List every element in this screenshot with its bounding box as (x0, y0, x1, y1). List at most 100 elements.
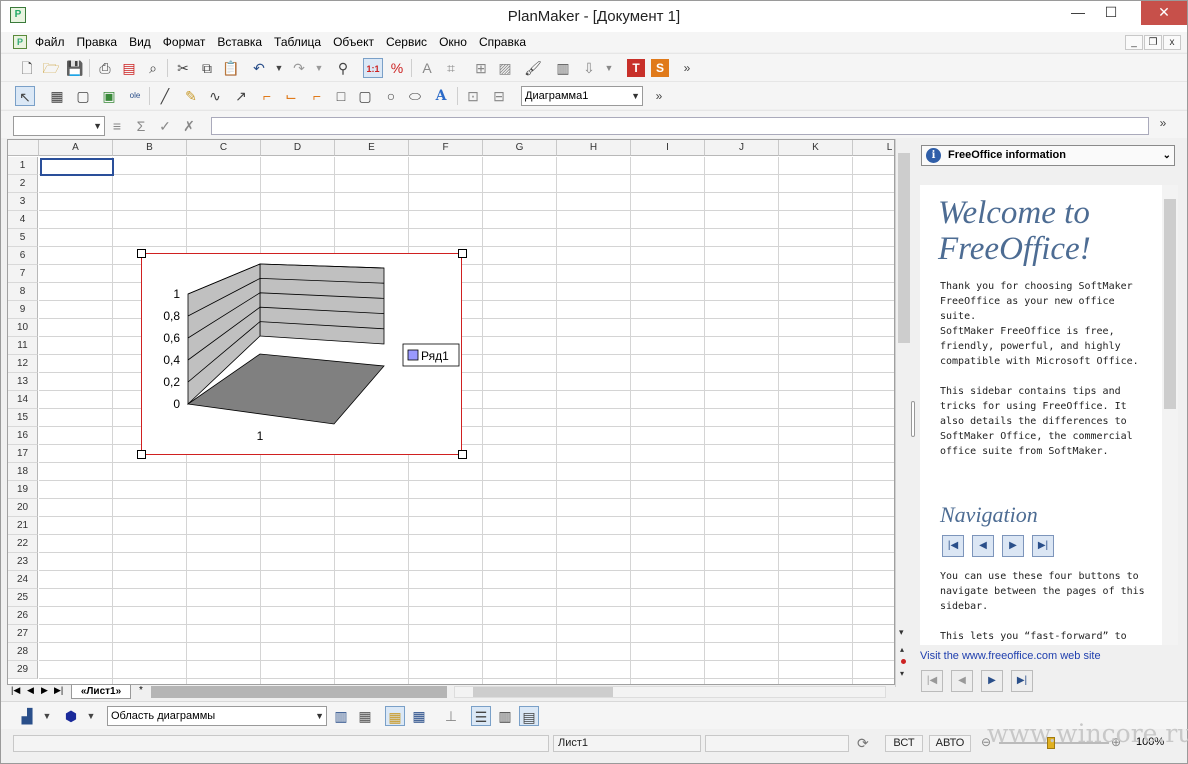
row-header[interactable]: 13 (8, 373, 38, 391)
group-icon[interactable]: ⊡ (463, 86, 483, 106)
row-header[interactable]: 26 (8, 607, 38, 625)
chart-color-dropdown-icon[interactable]: ▼ (81, 706, 101, 726)
column-header[interactable]: E (335, 140, 409, 156)
column-header[interactable]: G (483, 140, 557, 156)
row-header[interactable]: 5 (8, 229, 38, 247)
insert-table-icon[interactable]: ▦ (47, 86, 67, 106)
insert-ole-icon[interactable]: ole (125, 86, 145, 106)
new-document-icon[interactable]: 🗋 (17, 58, 37, 78)
sum-icon[interactable]: Σ (131, 116, 151, 136)
cut-icon[interactable]: ✂ (173, 58, 193, 78)
row-header[interactable]: 10 (8, 319, 38, 337)
curve-icon[interactable]: ∿ (205, 86, 225, 106)
open-folder-icon[interactable]: 🗁 (41, 58, 61, 78)
ellipse-icon[interactable]: ○ (381, 86, 401, 106)
row-header[interactable]: 11 (8, 337, 38, 355)
next-sheet-icon[interactable]: ▶ (41, 685, 48, 696)
redo-icon[interactable]: ↷ (289, 58, 309, 78)
h-scroll-thumb[interactable] (473, 687, 613, 697)
select-all-corner[interactable] (8, 140, 39, 156)
footer-last-page-icon[interactable]: ▶| (1011, 670, 1033, 692)
column-header[interactable]: B (113, 140, 187, 156)
first-page-icon[interactable]: |◀ (942, 535, 964, 557)
undo-icon[interactable]: ↶ (249, 58, 269, 78)
row-header[interactable]: 8 (8, 283, 38, 301)
connector3-icon[interactable]: ⌐ (307, 86, 327, 106)
row-header[interactable]: 1 (8, 157, 38, 175)
textframe-icon[interactable]: A (417, 58, 437, 78)
close-button[interactable]: ✕ (1141, 1, 1187, 25)
doc-restore-button[interactable]: ❐ (1144, 35, 1162, 50)
column-header[interactable]: H (557, 140, 631, 156)
zoom-100-icon[interactable]: 1:1 (363, 58, 383, 78)
legend-toggle-icon[interactable]: ☰ (471, 706, 491, 726)
insert-mode-indicator[interactable]: ВСТ (885, 735, 923, 752)
row-header[interactable]: 29 (8, 661, 38, 679)
prev-sheet-icon[interactable]: ◀ (27, 685, 34, 696)
sidebar-splitter[interactable] (911, 401, 915, 437)
row-header[interactable]: 15 (8, 409, 38, 427)
clear-formula-icon[interactable]: ✗ (179, 116, 199, 136)
auto-mode-indicator[interactable]: АВТО (929, 735, 971, 752)
selected-cell-a1[interactable] (40, 158, 114, 176)
last-sheet-icon[interactable]: ▶| (54, 685, 63, 696)
presentations-icon[interactable]: S (651, 59, 669, 77)
sidebar-scroll-thumb[interactable] (1164, 199, 1176, 409)
print-preview-icon[interactable]: ⌕ (143, 58, 163, 78)
arrow-icon[interactable]: ↗ (231, 86, 251, 106)
menu-item[interactable]: Файл (29, 32, 71, 52)
freeoffice-link[interactable]: Visit the www.freeoffice.com web site (920, 650, 1101, 662)
maximize-button[interactable]: ☐ (1097, 1, 1125, 25)
menu-item[interactable]: Справка (473, 32, 532, 52)
row-header[interactable]: 6 (8, 247, 38, 265)
row-header[interactable]: 23 (8, 553, 38, 571)
column-header[interactable]: I (631, 140, 705, 156)
vertical-scrollbar[interactable]: ▾ ▴ ▾ (895, 139, 912, 687)
spreadsheet-grid[interactable]: ABCDEFGHIJKL 1 2 3 4 5 6 7 8 9 10 11 12 13 14 15 16 17 18… (7, 139, 895, 685)
column-header[interactable]: L (853, 140, 894, 156)
shading-icon[interactable]: ▨ (495, 58, 515, 78)
last-page-icon[interactable]: ▶| (1032, 535, 1054, 557)
gridlines-x-icon[interactable]: ▥ (495, 706, 515, 726)
resize-handle[interactable] (137, 249, 146, 258)
sidebar-header-combo[interactable]: i FreeOffice information ⌄ (921, 145, 1175, 166)
row-header[interactable]: 22 (8, 535, 38, 553)
formula-input[interactable] (211, 117, 1149, 135)
minimize-button[interactable]: — (1064, 1, 1092, 25)
resize-handle[interactable] (137, 450, 146, 459)
print-icon[interactable]: ⎙ (95, 58, 115, 78)
resize-handle[interactable] (458, 450, 467, 459)
connector-icon[interactable]: ⌐ (257, 86, 277, 106)
column-header[interactable]: F (409, 140, 483, 156)
doc-close-button[interactable]: x (1163, 35, 1181, 50)
grid-icon[interactable]: ⊞ (471, 58, 491, 78)
export-pdf-icon[interactable]: ▤ (119, 58, 139, 78)
find-icon[interactable]: ⚲ (333, 58, 353, 78)
fill-down-icon[interactable]: ⇩ (579, 58, 599, 78)
rounded-rectangle-icon[interactable]: ▢ (355, 86, 375, 106)
row-header[interactable]: 24 (8, 571, 38, 589)
chart-properties-icon[interactable]: ▥ (331, 706, 351, 726)
row-header[interactable]: 9 (8, 301, 38, 319)
menu-item[interactable]: Сервис (380, 32, 433, 52)
sheet-tab-active[interactable]: «Лист1» (71, 685, 131, 699)
chart-element-combo[interactable]: Область диаграммы ▼ (107, 706, 327, 726)
page-down-icon[interactable]: ▾ (900, 669, 904, 678)
first-sheet-icon[interactable]: |◀ (11, 685, 20, 696)
row-header[interactable]: 19 (8, 481, 38, 499)
object-select-combo[interactable]: Диаграмма1 ▼ (521, 86, 643, 106)
formula-more-icon[interactable]: » (1153, 113, 1173, 133)
scroll-down-icon[interactable]: ▾ (899, 627, 904, 638)
copy-icon[interactable]: ⧉ (197, 58, 217, 78)
textart-icon[interactable]: A (431, 86, 451, 106)
column-header[interactable]: D (261, 140, 335, 156)
chart-type-icon[interactable]: ▟ (17, 706, 37, 726)
row-header[interactable]: 2 (8, 175, 38, 193)
row-header[interactable]: 21 (8, 517, 38, 535)
chart-type-dropdown-icon[interactable]: ▼ (37, 706, 57, 726)
toolbar2-more-icon[interactable]: » (649, 86, 669, 106)
chart-frame-properties-icon[interactable]: ▦ (355, 706, 375, 726)
freehand-icon[interactable]: ✎ (181, 86, 201, 106)
resize-handle[interactable] (458, 249, 467, 258)
row-header[interactable]: 28 (8, 643, 38, 661)
